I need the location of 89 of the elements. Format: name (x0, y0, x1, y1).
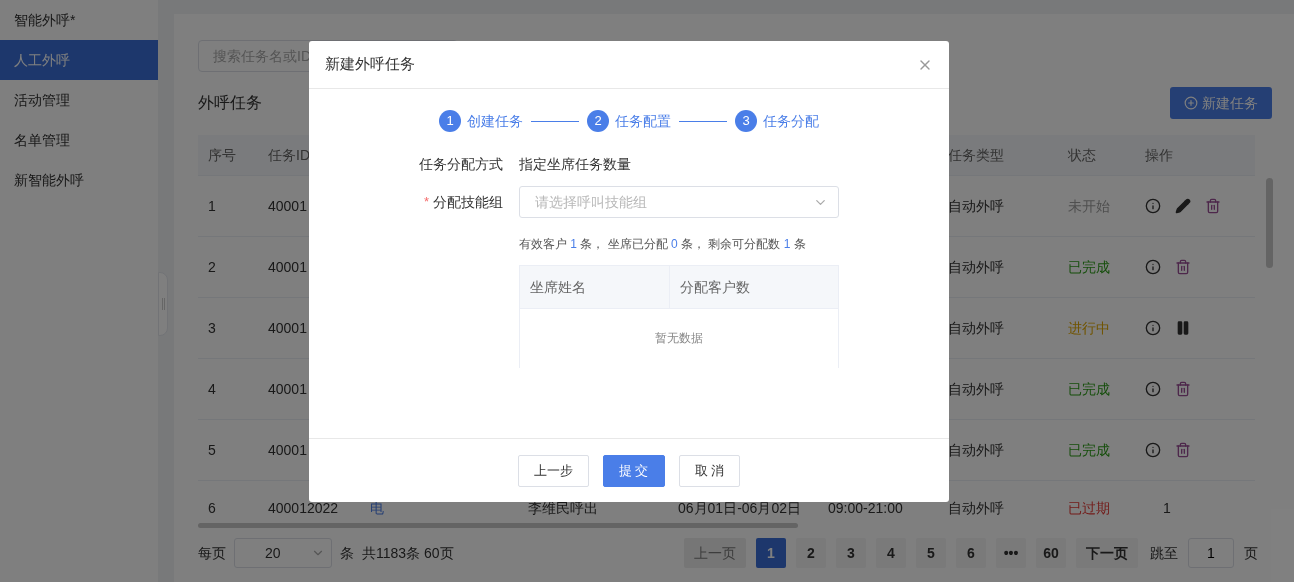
table-cell-text: 自动外呼 (947, 257, 1005, 277)
new-task-button[interactable]: 新建任务 (1170, 87, 1272, 119)
status-text: 已完成 (1067, 440, 1111, 460)
table-cell-text: 自动外呼 (947, 379, 1005, 399)
table-cell-text: 5 (207, 440, 217, 460)
column-header: 序号 (207, 145, 237, 165)
status-text: 进行中 (1067, 318, 1111, 338)
sidebar-item[interactable]: 名单管理 (0, 120, 158, 160)
summary-text: 有效客户 1 条， 坐席已分配 0 条， 剩余可分配数 1 条 (519, 236, 807, 253)
jump-unit: 页 (1244, 543, 1258, 563)
info-icon[interactable] (1145, 198, 1161, 214)
trash-icon[interactable] (1175, 381, 1191, 397)
table-cell-text: 4 (207, 379, 217, 399)
method-value: 指定坐席任务数量 (519, 154, 631, 174)
table-cell-text: 40001 (267, 257, 308, 277)
per-page-label: 每页 (198, 543, 226, 563)
skill-group-select[interactable]: 请选择呼叫技能组 (519, 186, 839, 218)
collapse-handle[interactable] (158, 272, 168, 336)
info-icon[interactable] (1145, 381, 1161, 397)
group-label: 分配技能组 (433, 192, 503, 212)
trash-icon[interactable] (1175, 442, 1191, 458)
unit-label: 条 (340, 543, 354, 563)
status-text: 已完成 (1067, 257, 1111, 277)
column-header: 状态 (1067, 145, 1097, 165)
column-header: 坐席姓名 (520, 266, 670, 308)
column-header: 操作 (1144, 145, 1174, 165)
table-cell-text: 2 (207, 257, 217, 277)
jump-label: 跳至 (1150, 543, 1178, 563)
table-cell-text: 40001 (267, 318, 308, 338)
table-cell-text: 1 (207, 196, 217, 216)
total-text: 共1183条 60页 (362, 543, 454, 563)
table-cell: 09:00-21:00 (828, 500, 903, 516)
page-button[interactable]: 60 (1036, 538, 1066, 568)
step: 3 任务分配 (735, 110, 819, 132)
table-cell-text: 自动外呼 (947, 318, 1005, 338)
table-cell-text: 自动外呼 (947, 499, 1005, 518)
step-connector (679, 120, 727, 122)
info-icon[interactable] (1145, 259, 1161, 275)
page-button[interactable]: 6 (956, 538, 986, 568)
submit-button[interactable]: 提 交 (602, 454, 665, 487)
pencil-icon[interactable] (1175, 198, 1191, 214)
page-nav-button[interactable]: 下一页 (1076, 538, 1138, 568)
table-cell-text: 6 (207, 499, 217, 518)
table-cell-text: 自动外呼 (947, 196, 1005, 216)
sidebar-item[interactable]: 新智能外呼 (0, 160, 158, 200)
method-label: 任务分配方式 (418, 154, 503, 174)
vertical-scrollbar[interactable] (1266, 178, 1273, 268)
page-button[interactable]: 2 (796, 538, 826, 568)
column-header: 分配客户数 (679, 277, 751, 297)
page-button[interactable]: ••• (996, 538, 1026, 568)
status-text: 已过期 (1067, 499, 1111, 518)
horizontal-scrollbar[interactable] (198, 523, 798, 528)
status-text: 已完成 (1067, 379, 1111, 399)
table-cell-text: 自动外呼 (947, 440, 1005, 460)
empty-text: 暂无数据 (655, 330, 703, 347)
page-button[interactable]: 4 (876, 538, 906, 568)
page-button[interactable]: 1 (756, 538, 786, 568)
table-cell-text: 40001 (267, 379, 308, 399)
dialog-title: 新建外呼任务 (325, 54, 415, 75)
table-cell-text: 40001 (267, 440, 308, 460)
page-title: 外呼任务 (198, 93, 262, 113)
table-cell-text: 1 (1162, 499, 1171, 518)
pause-icon[interactable] (1175, 320, 1191, 336)
required-asterisk: * (423, 193, 429, 212)
table-cell-text: 3 (207, 318, 217, 338)
table-cell-text: 40001 (267, 196, 308, 216)
table-cell: 06月01日-06月02日 (678, 500, 801, 516)
table-cell-text: 400012022 (267, 499, 340, 518)
info-icon[interactable] (1145, 442, 1161, 458)
column-header: 任务类型 (947, 145, 1005, 165)
plus-icon (1184, 96, 1198, 110)
page-button[interactable]: 3 (836, 538, 866, 568)
dialog-button[interactable]: 上一步 (517, 454, 589, 487)
step: 1 创建任务 (439, 110, 523, 132)
column-header: 任务ID (267, 145, 311, 165)
sidebar-item[interactable]: 人工外呼 (0, 40, 158, 80)
jump-field[interactable]: 1 (1188, 538, 1234, 568)
step-connector (531, 120, 579, 122)
sidebar-item[interactable]: 智能外呼* (0, 0, 158, 40)
trash-icon[interactable] (1175, 259, 1191, 275)
per-page-select[interactable]: 20 (234, 538, 332, 568)
sidebar-item[interactable]: 活动管理 (0, 80, 158, 120)
table-link[interactable]: 电 (370, 500, 384, 516)
table-cell: 李维民呼出 (528, 500, 598, 516)
page-button[interactable]: 5 (916, 538, 946, 568)
trash-icon[interactable] (1205, 198, 1221, 214)
dialog-button[interactable]: 取 消 (678, 454, 741, 487)
step: 2 任务配置 (587, 110, 671, 132)
info-icon[interactable] (1145, 320, 1161, 336)
